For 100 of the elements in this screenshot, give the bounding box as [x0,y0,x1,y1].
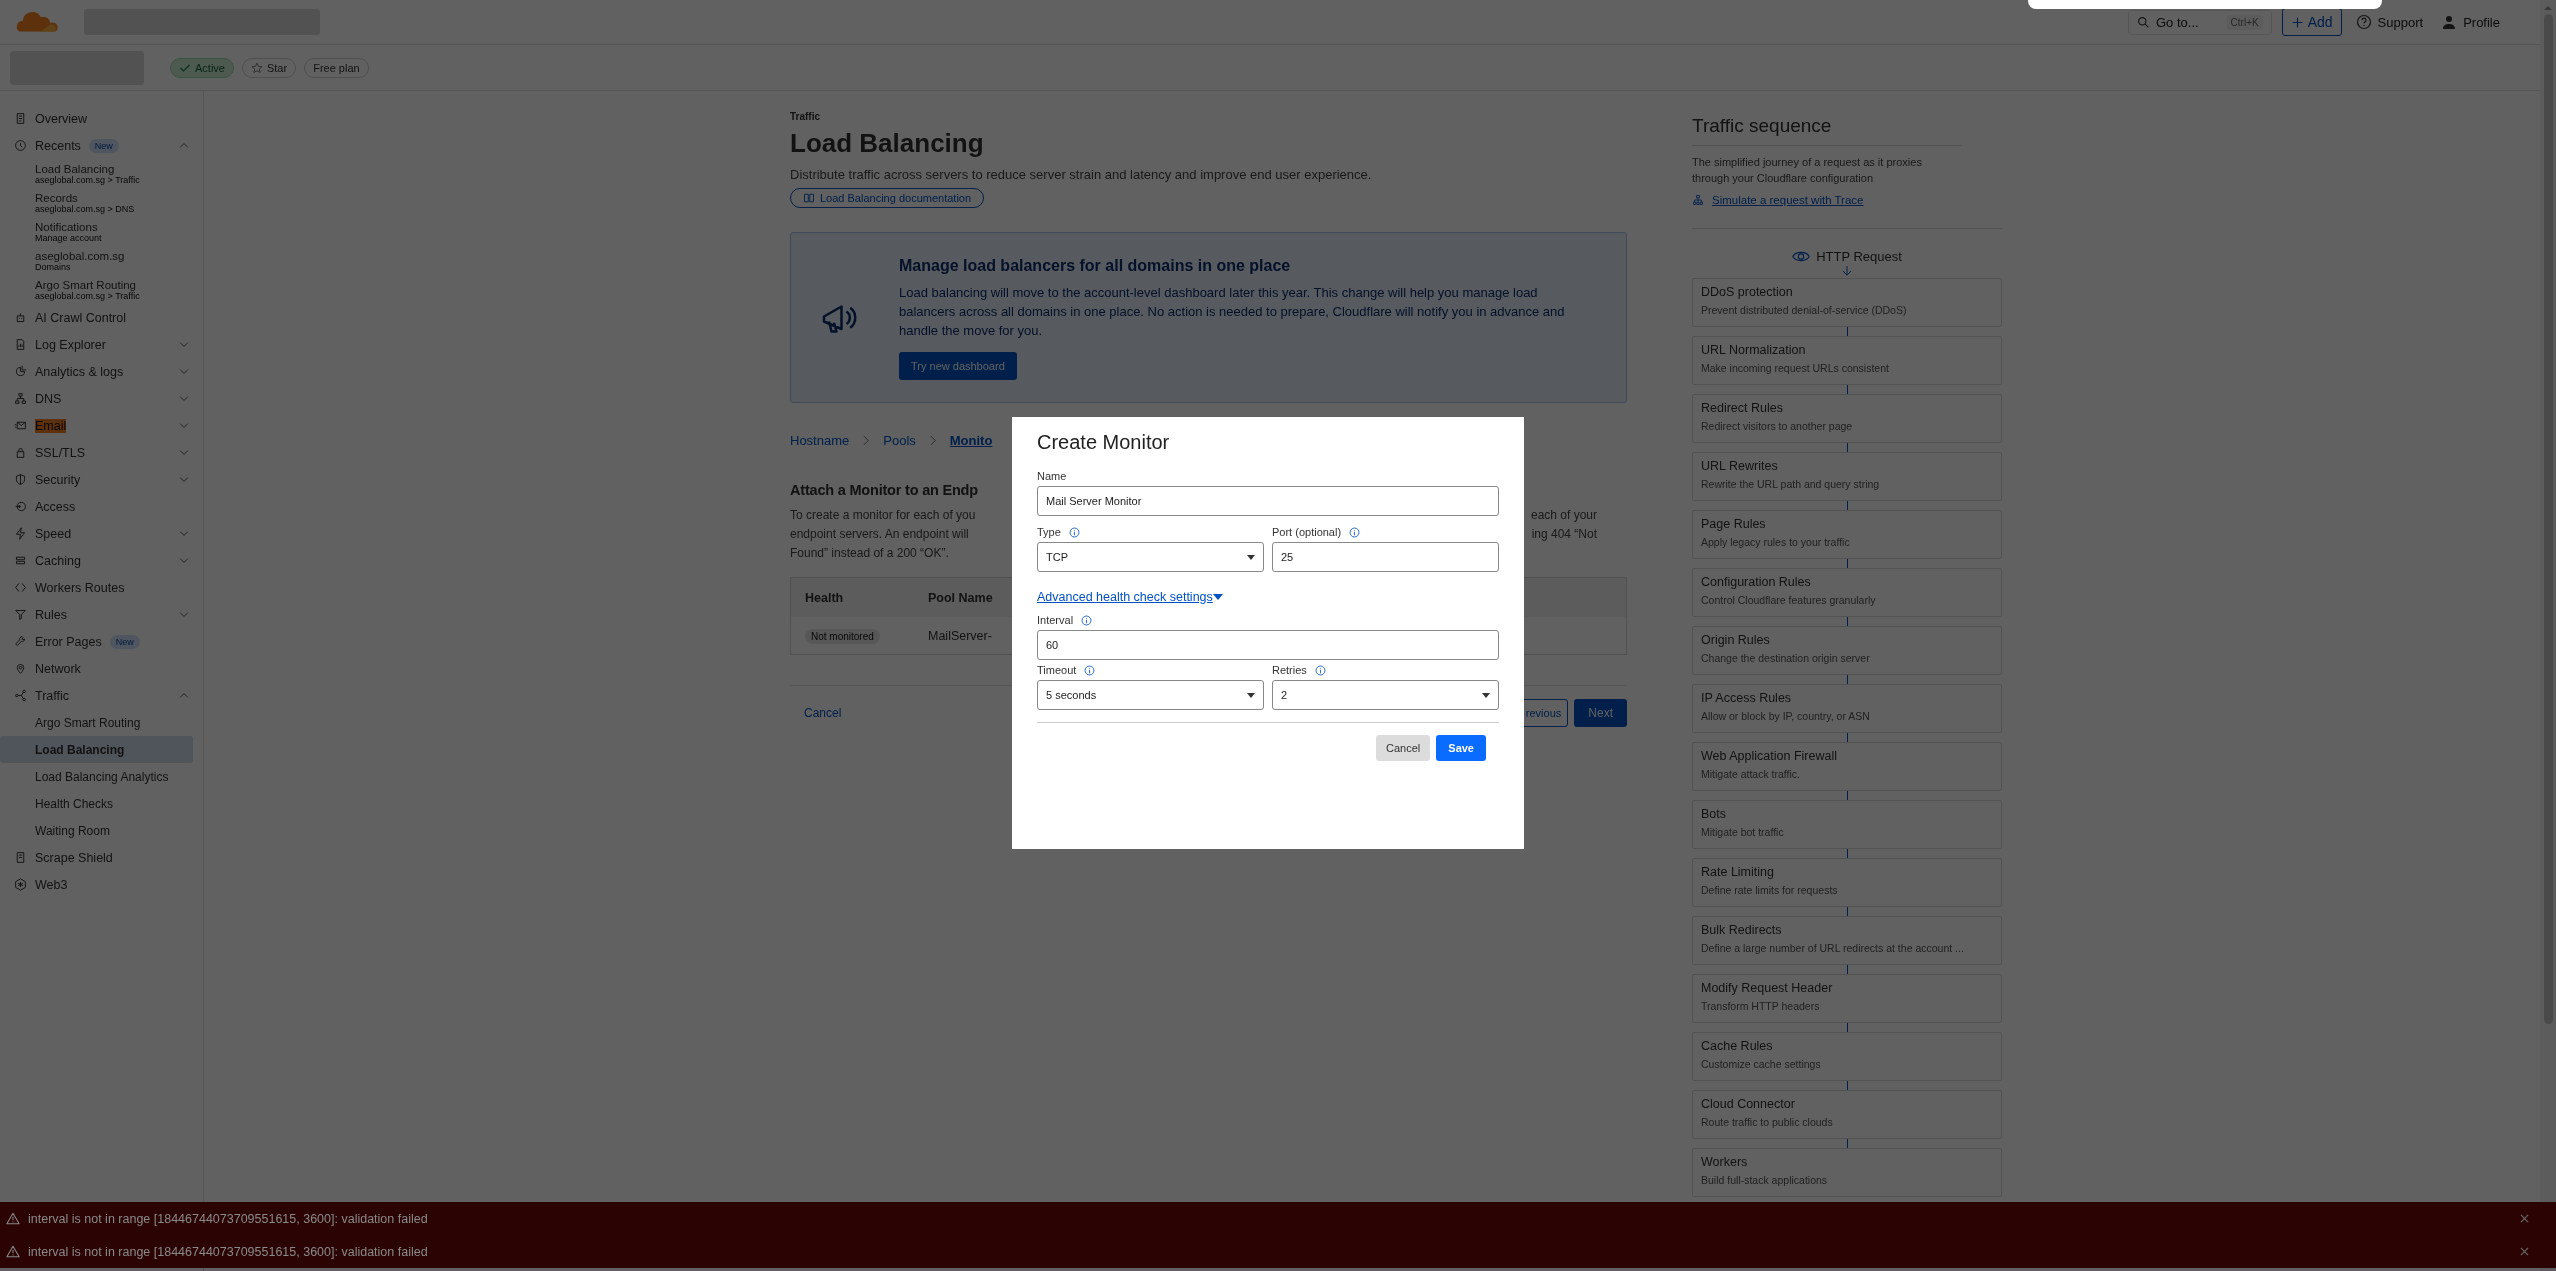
sidebar-item[interactable]: SSL/TLS [0,439,203,466]
chevron-down-icon[interactable] [179,557,189,564]
profile-button[interactable]: Profile [2437,10,2504,34]
item-label: Overview [35,111,88,126]
sidebar-subitem[interactable]: Load Balancing aseglobal.com.sg > Traffic [0,159,193,188]
login-icon [14,500,27,513]
sidebar-item[interactable]: Speed [0,520,203,547]
step-title: Origin Rules [1701,633,1771,647]
sidebar-item[interactable]: Scrape Shield [0,844,203,871]
name-input[interactable]: Mail Server Monitor [1037,486,1499,516]
sidebar-subitem[interactable]: Argo Smart Routing aseglobal.com.sg > Traffic [0,275,193,304]
timeout-select[interactable]: 5 seconds [1037,680,1264,710]
person-icon [2441,14,2458,30]
sidebar-subitem[interactable]: Argo Smart Routing [0,709,193,736]
plus-icon [2290,15,2304,29]
type-select[interactable]: TCP [1037,542,1264,572]
info-icon[interactable] [1081,614,1093,626]
breadcrumb-link[interactable]: Monito [949,433,993,448]
sidebar-item[interactable]: AI Crawl Control [0,304,203,331]
advanced-settings-link[interactable]: Advanced health check settings [1037,590,1499,604]
sequence-step[interactable]: URL Normalization Make incoming request URLs consistent [1692,336,2002,385]
sidebar-subitem[interactable]: Waiting Room [0,817,193,844]
sequence-step[interactable]: Rate Limiting Define rate limits for requests [1692,858,2002,907]
sidebar-item[interactable]: Access [0,493,203,520]
sequence-step[interactable]: Page Rules Apply legacy rules to your traffic [1692,510,2002,559]
sequence-step[interactable]: URL Rewrites Rewrite the URL path and query string [1692,452,2002,501]
star-button[interactable]: Star [241,57,297,78]
sidebar-item[interactable]: Traffic [0,682,203,709]
sidebar-item[interactable]: Error Pages New [0,628,203,655]
sequence-step[interactable]: Cloud Connector Route traffic to public clouds [1692,1090,2002,1139]
sidebar-item[interactable]: Analytics & logs [0,358,203,385]
info-icon[interactable] [1314,664,1326,676]
scrollbar[interactable] [2540,0,2556,1271]
sequence-step[interactable]: Bulk Redirects Define a large number of URL redirects at the account ... [1692,916,2002,965]
cancel-button[interactable]: Cancel [1376,735,1431,761]
sidebar-item[interactable]: Rules [0,601,203,628]
info-icon[interactable] [1084,664,1096,676]
next-button[interactable]: Next [1574,699,1627,727]
scroll-up-icon[interactable] [2544,5,2552,10]
chevron-down-icon[interactable] [179,611,189,618]
sidebar-item[interactable]: Recents New [0,132,203,159]
info-icon[interactable] [1068,526,1080,538]
sequence-step[interactable]: Workers Build full-stack applications [1692,1148,2002,1197]
try-dashboard-button[interactable]: Try new dashboard [899,352,1017,380]
chevron-down-icon[interactable] [179,422,189,429]
chevron-up-icon[interactable] [179,692,189,699]
funnel-icon [14,608,27,621]
body-text: To create a monitor for each of you [790,507,976,524]
sequence-step[interactable]: Cache Rules Customize cache settings [1692,1032,2002,1081]
sidebar-item[interactable]: Web3 [0,871,203,898]
trace-link[interactable]: Simulate a request with Trace [1692,194,2002,229]
sidebar-subitem[interactable]: Load Balancing [0,736,193,763]
sequence-step[interactable]: Modify Request Header Transform HTTP headers [1692,974,2002,1023]
chevron-down-icon[interactable] [179,395,189,402]
close-icon[interactable] [2520,1214,2529,1223]
connector-line [1846,501,1848,510]
step-title: Web Application Firewall [1701,749,1838,763]
sitemap-icon [1692,194,1704,206]
panel-description: The simplified journey of a request as it proxies through your Cloudflare configuration [1692,155,1923,186]
sidebar-item[interactable]: Log Explorer [0,331,203,358]
sequence-step[interactable]: Configuration Rules Control Cloudflare features granularly [1692,568,2002,617]
item-label: Argo Smart Routing [35,715,142,730]
add-button[interactable]: Add [2281,8,2342,36]
save-button[interactable]: Save [1436,735,1486,761]
breadcrumb-link[interactable]: Hostname [790,433,850,448]
sidebar-subitem[interactable]: Records aseglobal.com.sg > DNS [0,188,193,217]
support-button[interactable]: Support [2351,10,2428,34]
sidebar-item[interactable]: Email [0,412,203,439]
cancel-link[interactable]: Cancel [804,706,842,720]
chevron-down-icon[interactable] [179,368,189,375]
connector-line [1846,443,1848,452]
interval-input[interactable]: 60 [1037,630,1499,660]
chevron-down-icon[interactable] [179,530,189,537]
sequence-step[interactable]: DDoS protection Prevent distributed denial-of-service (DDoS) [1692,278,2002,327]
sidebar-item[interactable]: Caching [0,547,203,574]
breadcrumb-link[interactable]: Pools [883,433,916,448]
retries-select[interactable]: 2 [1272,680,1499,710]
sequence-step[interactable]: Bots Mitigate bot traffic [1692,800,2002,849]
sequence-step[interactable]: Redirect Rules Redirect visitors to another page [1692,394,2002,443]
sidebar-item[interactable]: DNS [0,385,203,412]
caret-icon [1212,592,1223,602]
chevron-up-icon[interactable] [179,142,189,149]
document-icon [14,338,27,351]
info-icon[interactable] [1349,526,1361,538]
sequence-step[interactable]: Web Application Firewall Mitigate attack traffic. [1692,742,2002,791]
new-badge: New [109,634,140,649]
port-input[interactable]: 25 [1272,542,1499,572]
sidebar-item[interactable]: Workers Routes [0,574,203,601]
sidebar-subitem[interactable]: aseglobal.com.sg Domains [0,246,193,275]
chevron-down-icon[interactable] [179,476,189,483]
sidebar-item[interactable]: Overview [0,105,203,132]
sidebar-item[interactable]: Security [0,466,203,493]
close-icon[interactable] [2520,1247,2529,1256]
sidebar-item[interactable]: Network [0,655,203,682]
sequence-step[interactable]: Origin Rules Change the destination origin server [1692,626,2002,675]
chevron-down-icon[interactable] [179,449,189,456]
sidebar-subitem[interactable]: Load Balancing Analytics [0,763,193,790]
sidebar-subitem[interactable]: Notifications Manage account [0,217,193,246]
chevron-down-icon[interactable] [179,341,189,348]
sidebar-subitem[interactable]: Health Checks [0,790,193,817]
